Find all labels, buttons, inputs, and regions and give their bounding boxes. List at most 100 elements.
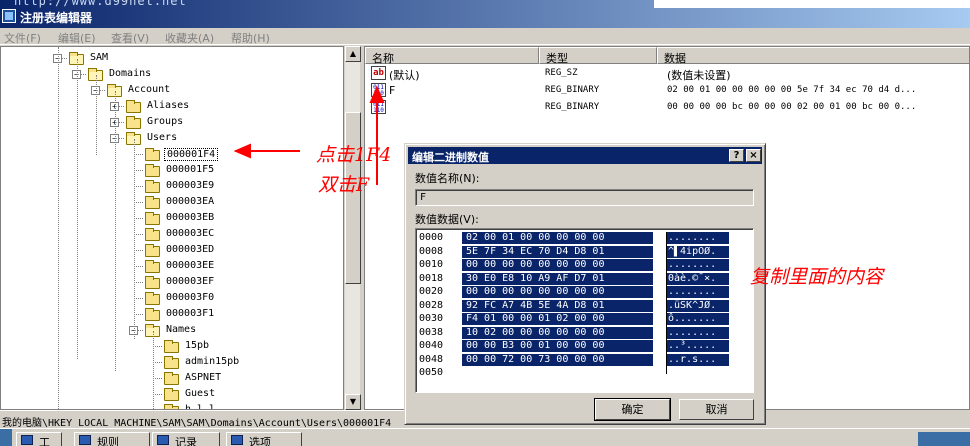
column-type[interactable]: 类型: [539, 47, 657, 65]
tree-node[interactable]: admin15pb: [1, 354, 343, 370]
tree-node-label: Domains: [109, 68, 152, 79]
hex-row[interactable]: 0048 00 00 72 00 73 00 00 00 ..r.s...: [416, 353, 753, 366]
registry-key-tree[interactable]: − SAM − Domains − Account + Aliases + Groups − User…: [0, 46, 344, 410]
log-icon: [157, 435, 169, 445]
menu-favorites[interactable]: 收藏夹(A): [165, 30, 214, 46]
folder-icon: [145, 292, 160, 305]
tree-node-label: 000003EF: [166, 276, 215, 287]
folder-icon: [164, 356, 179, 369]
tree-node[interactable]: h.l.l.: [1, 402, 343, 409]
tree-node[interactable]: − SAM: [1, 50, 343, 66]
menu-bar: 文件(F) 编辑(E) 查看(V) 收藏夹(A) 帮助(H): [0, 28, 970, 45]
tree-node[interactable]: 000003F0: [1, 290, 343, 306]
tree-node[interactable]: 000003EF: [1, 274, 343, 290]
hex-row[interactable]: 0000 02 00 01 00 00 00 00 00........: [416, 232, 753, 244]
dialog-titlebar[interactable]: 编辑二进制数值 ? ×: [408, 147, 762, 164]
folder-icon: [145, 196, 160, 209]
tree-guide-line: [134, 139, 135, 339]
annotation-double-click: 双击F: [318, 174, 370, 196]
menu-view[interactable]: 查看(V): [111, 30, 149, 46]
task-label: 记录: [175, 436, 197, 446]
tree-node[interactable]: 000001F4: [1, 146, 343, 162]
tree-node-label: Groups: [147, 116, 184, 127]
task-log[interactable]: 记录: [152, 432, 220, 446]
task-rules[interactable]: 规则: [74, 432, 150, 446]
tree-scrollbar[interactable]: ▲ ▼: [344, 46, 361, 410]
hex-row[interactable]: 0050: [416, 367, 753, 379]
hex-editor[interactable]: 0000 02 00 01 00 00 00 00 00........ 0008 5…: [415, 228, 754, 393]
tree-connector: [134, 218, 143, 219]
hex-bytes: 30 E0 E8 10 A9 AF D7 01: [462, 272, 653, 285]
scroll-up-button[interactable]: ▲: [345, 46, 361, 62]
hex-row[interactable]: 0020 00 00 00 00 00 00 00 00........: [416, 286, 753, 298]
tree-node[interactable]: 000003EA: [1, 194, 343, 210]
window-title: 注册表编辑器: [20, 11, 93, 25]
hex-row[interactable]: 0008 5E 7F 34 EC 70 D4 D8 01 ^▌4ipÔØ.: [416, 245, 753, 258]
tree-connector: [134, 250, 143, 251]
column-data[interactable]: 数据: [657, 47, 969, 65]
scroll-down-button[interactable]: ▼: [345, 394, 361, 410]
menu-edit[interactable]: 编辑(E): [58, 30, 96, 46]
hex-offset: 0048: [419, 353, 444, 365]
tree-node[interactable]: 000003F1: [1, 306, 343, 322]
tree-node[interactable]: 000001F5: [1, 162, 343, 178]
menu-file[interactable]: 文件(F): [4, 30, 41, 46]
hex-bytes: 00 00 00 00 00 00 00 00: [462, 259, 653, 271]
hex-offset: 0050: [419, 367, 444, 378]
hex-bytes: 10 02 00 00 00 00 00 00: [462, 326, 653, 339]
hex-offset: 0028: [419, 299, 444, 311]
hex-bytes: 5E 7F 34 EC 70 D4 D8 01: [462, 245, 653, 258]
tree-node[interactable]: ASPNET: [1, 370, 343, 386]
task-tools[interactable]: 工具: [16, 432, 62, 446]
start-area[interactable]: [0, 429, 12, 446]
folder-icon: [145, 260, 160, 273]
tree-node[interactable]: 000003EB: [1, 210, 343, 226]
tree-node[interactable]: 000003EC: [1, 226, 343, 242]
tree-node[interactable]: 000003E9: [1, 178, 343, 194]
column-name[interactable]: 名称: [365, 47, 539, 65]
tree-connector: [134, 314, 143, 315]
hex-bytes: 00 00 72 00 73 00 00 00: [462, 353, 653, 366]
scroll-thumb[interactable]: [345, 112, 361, 284]
task-options[interactable]: 选项: [226, 432, 302, 446]
tree-node[interactable]: − Users: [1, 130, 343, 146]
value-row[interactable]: 011110 V REG_BINARY 00 00 00 00 bc 00 00…: [365, 99, 969, 116]
value-type: REG_SZ: [545, 68, 578, 78]
tree-node[interactable]: + Groups: [1, 114, 343, 130]
hex-row[interactable]: 0040 00 00 B3 00 01 00 00 00 ..³.....: [416, 340, 753, 352]
hex-row[interactable]: 0038 10 02 00 00 00 00 00 00........: [416, 326, 753, 339]
cancel-button[interactable]: 取消: [679, 399, 754, 420]
help-button[interactable]: ?: [729, 149, 744, 162]
hex-row[interactable]: 0010 00 00 00 00 00 00 00 00........: [416, 259, 753, 271]
system-tray[interactable]: [918, 432, 970, 446]
folder-icon: [145, 180, 160, 193]
value-row[interactable]: 011 110 F REG_BINARY 02 00 01 00 00 00 00…: [365, 82, 969, 99]
tree-node[interactable]: − Account: [1, 82, 343, 98]
tree-node[interactable]: 000003EE: [1, 258, 343, 274]
tree-node[interactable]: − Domains: [1, 66, 343, 82]
tree-node[interactable]: + Aliases: [1, 98, 343, 114]
tree-node[interactable]: 15pb: [1, 338, 343, 354]
close-button[interactable]: ×: [746, 149, 761, 162]
hex-bytes: F4 01 00 00 01 02 00 00: [462, 313, 653, 325]
regedit-app-icon: [2, 9, 16, 23]
menu-help[interactable]: 帮助(H): [231, 30, 270, 46]
tree-node-label: 000003EC: [166, 228, 215, 239]
tree-node-label: Names: [166, 324, 197, 335]
hex-row[interactable]: 0030 F4 01 00 00 01 02 00 00 ô.......: [416, 313, 753, 325]
tree-node[interactable]: Guest: [1, 386, 343, 402]
value-row[interactable]: ab (默认) REG_SZ (数值未设置): [365, 65, 969, 82]
annotation-click-key: 点击1F4: [316, 144, 392, 166]
folder-icon: [145, 276, 160, 289]
value-name-field: F: [415, 189, 754, 206]
window-titlebar[interactable]: http://www.d99net.net 注册表编辑器: [0, 0, 970, 28]
ok-button[interactable]: 确定: [595, 399, 670, 420]
hex-bytes: 00 00 B3 00 01 00 00 00: [462, 340, 653, 352]
value-data-label: 数值数据(V):: [415, 213, 479, 226]
tree-node[interactable]: 000003ED: [1, 242, 343, 258]
hex-row[interactable]: 0018 30 E0 E8 10 A9 AF D7 01 0àè.©¯×.: [416, 272, 753, 285]
tree-node[interactable]: − Names: [1, 322, 343, 338]
url-ghost-text: http://www.d99net.net: [14, 0, 187, 8]
tree-connector: [134, 234, 143, 235]
hex-row[interactable]: 0028 92 FC A7 4B 5E 4A D8 01 .üSK^JØ.: [416, 299, 753, 312]
